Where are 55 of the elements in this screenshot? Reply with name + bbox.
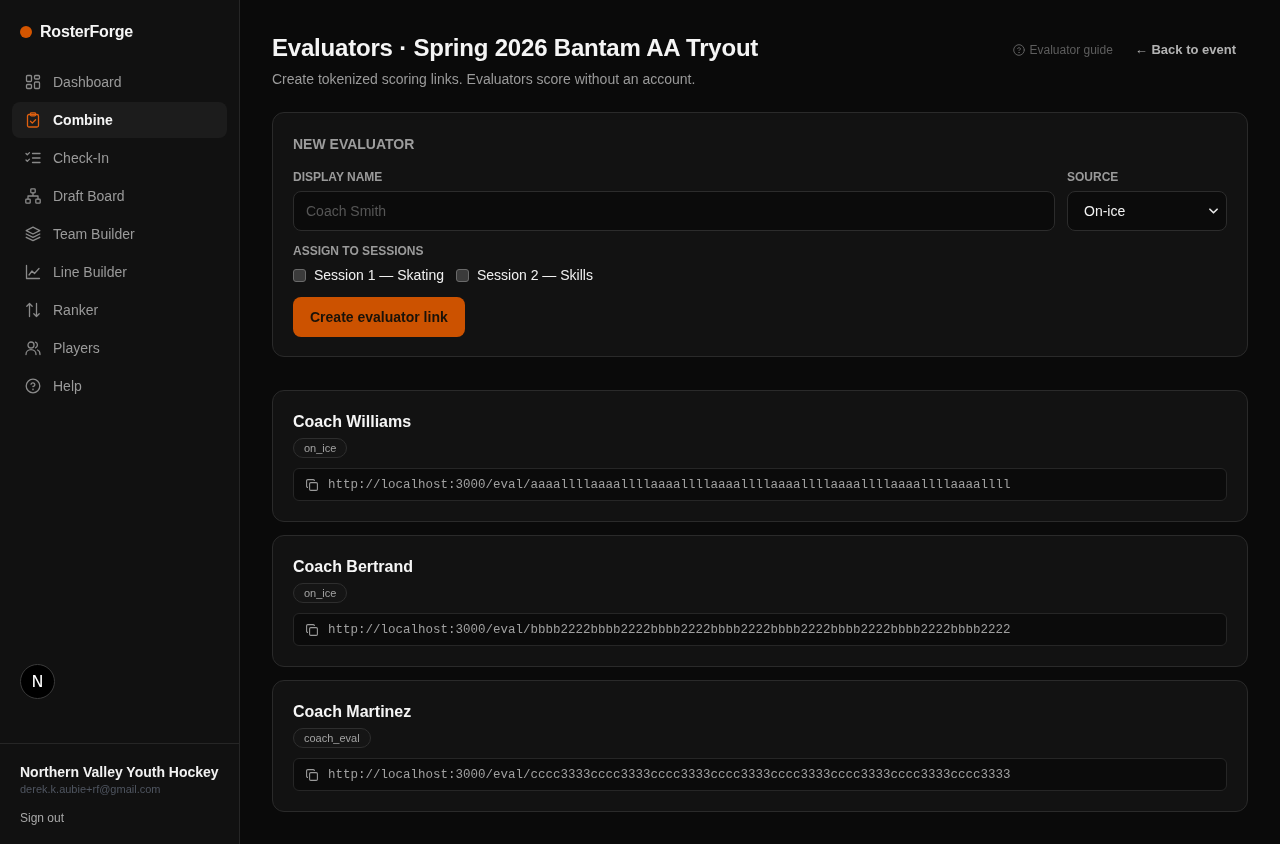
clipboard-check-icon bbox=[25, 112, 41, 128]
copy-icon[interactable] bbox=[306, 768, 318, 781]
nav-item[interactable]: Team Builder bbox=[12, 216, 227, 252]
evaluator-name: Coach Martinez bbox=[293, 702, 412, 722]
nav-item[interactable]: Line Builder bbox=[12, 254, 227, 290]
field-label: ASSIGN TO SESSIONS bbox=[293, 244, 424, 258]
checkbox-label: Session 2 — Skills bbox=[476, 267, 593, 283]
evaluator-link: http://localhost:3000/eval/cccc3333cccc3333cccc3333cccc3333cccc3333cccc3333cccc3333cccc3333 bbox=[328, 767, 1011, 782]
checklist-icon bbox=[25, 150, 41, 166]
page-title: Evaluators · Spring 2026 Bantam AA Tryout bbox=[272, 34, 759, 62]
hierarchy-icon bbox=[25, 188, 41, 204]
dashboard-icon bbox=[25, 74, 41, 90]
source-tag: coach_eval bbox=[293, 728, 371, 748]
copy-icon[interactable] bbox=[306, 623, 318, 636]
field-label: DISPLAY NAME bbox=[293, 170, 384, 184]
account-email: derek.k.aubie+rf@gmail.com bbox=[20, 782, 162, 796]
checkbox[interactable] bbox=[293, 268, 306, 282]
link-field[interactable]: http://localhost:3000/eval/bbbb2222bbbb2222bbbb2222bbbb2222bbbb2222bbbb2222bbbb2222bbbb2222 bbox=[293, 613, 1227, 646]
nav-item[interactable]: Help bbox=[12, 368, 227, 404]
dev-badge[interactable]: N bbox=[20, 664, 55, 699]
logo-dot-icon bbox=[20, 26, 32, 38]
back-to-event-link[interactable]: ← Back to event bbox=[1128, 40, 1248, 59]
evaluator-name: Coach Williams bbox=[293, 412, 412, 432]
source-select[interactable]: On-ice bbox=[1067, 191, 1227, 231]
evaluator-name: Coach Bertrand bbox=[293, 557, 414, 577]
brand-name: RosterForge bbox=[40, 23, 133, 41]
page-subtitle: Create tokenized scoring links. Evaluators score without an account. bbox=[272, 70, 697, 88]
source-tag: on_ice bbox=[293, 583, 348, 603]
nav-item[interactable]: Combine bbox=[12, 102, 227, 138]
evaluator-link: http://localhost:3000/eval/aaaallllaaaallllaaaallllaaaallllaaaallllaaaallllaaaallllaaaallll bbox=[328, 477, 1011, 492]
nav-item[interactable]: Ranker bbox=[12, 292, 227, 328]
help-icon bbox=[25, 378, 41, 394]
nav-item[interactable]: Check-In bbox=[12, 140, 227, 176]
sign-out-link[interactable]: Sign out bbox=[20, 810, 65, 826]
source-tag: on_ice bbox=[293, 438, 348, 458]
link-field[interactable]: http://localhost:3000/eval/cccc3333cccc3333cccc3333cccc3333cccc3333cccc3333cccc3333cccc3333 bbox=[293, 758, 1227, 791]
evaluator-link: http://localhost:3000/eval/bbbb2222bbbb2222bbbb2222bbbb2222bbbb2222bbbb2222bbbb2222bbbb2222 bbox=[328, 622, 1011, 637]
users-icon bbox=[25, 340, 41, 356]
chevron-down-icon bbox=[1209, 208, 1218, 214]
org-name: Northern Valley Youth Hockey bbox=[20, 763, 219, 781]
link-field[interactable]: http://localhost:3000/eval/aaaallllaaaallllaaaallllaaaallllaaaallllaaaallllaaaallllaaaallll bbox=[293, 468, 1227, 501]
nav-item[interactable]: Dashboard bbox=[12, 64, 227, 100]
checkbox[interactable] bbox=[455, 268, 469, 282]
copy-icon[interactable] bbox=[306, 478, 318, 491]
section-heading: NEW EVALUATOR bbox=[293, 135, 415, 154]
arrows-up-down-icon bbox=[25, 302, 41, 318]
line-chart-icon bbox=[25, 264, 41, 280]
field-label: SOURCE bbox=[1067, 170, 1120, 184]
layers-icon bbox=[25, 226, 41, 242]
checkbox-label: Session 1 — Skating bbox=[314, 267, 444, 283]
display-name-input[interactable]: Coach Smith bbox=[293, 191, 1055, 231]
help-icon bbox=[1013, 43, 1026, 56]
create-link-button[interactable]: Create evaluator link bbox=[293, 297, 465, 337]
nav-item[interactable]: Draft Board bbox=[12, 178, 227, 214]
nav-item[interactable]: Players bbox=[12, 330, 227, 366]
